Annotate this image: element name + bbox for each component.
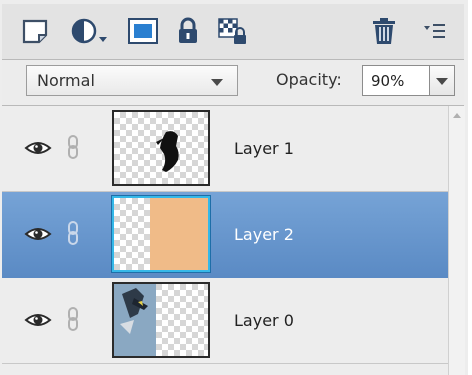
- opacity-input[interactable]: 90%: [362, 65, 430, 96]
- eye-icon[interactable]: [24, 226, 52, 242]
- opacity-label: Opacity:: [276, 70, 342, 89]
- opacity-value: 90%: [371, 72, 405, 90]
- layer-options-row: Normal Opacity: 90%: [2, 60, 464, 106]
- layer-name[interactable]: Layer 1: [234, 139, 294, 158]
- link-chain-icon[interactable]: [66, 306, 80, 332]
- color-fill-region: [150, 198, 208, 270]
- layer-thumbnail[interactable]: [112, 196, 210, 272]
- layer-row-layer-1[interactable]: Layer 1: [2, 106, 448, 192]
- new-layer-icon[interactable]: [20, 16, 50, 46]
- silhouette-image: [156, 131, 179, 172]
- chevron-down-icon: [211, 79, 223, 86]
- lock-transparency-icon[interactable]: [216, 16, 250, 46]
- panel-menu-icon[interactable]: [422, 16, 448, 46]
- layer-thumbnail[interactable]: [112, 282, 210, 358]
- delete-layer-icon[interactable]: [370, 16, 398, 46]
- layer-name[interactable]: Layer 2: [234, 225, 294, 244]
- layers-panel: Normal Opacity: 90% Layer 1 Layer 2 Laye…: [0, 0, 472, 375]
- layer-mask-icon[interactable]: [126, 16, 160, 46]
- blend-mode-select[interactable]: Normal: [26, 65, 238, 96]
- layer-row-layer-0[interactable]: Layer 0: [2, 278, 448, 364]
- adjustment-layer-icon[interactable]: [70, 16, 110, 46]
- row-divider: [2, 363, 448, 364]
- layer-thumbnail[interactable]: [112, 110, 210, 186]
- layer-row-layer-2[interactable]: Layer 2: [2, 192, 448, 278]
- link-chain-icon[interactable]: [66, 134, 80, 160]
- layer-name[interactable]: Layer 0: [234, 311, 294, 330]
- layers-toolbar: [2, 4, 464, 60]
- lock-all-icon[interactable]: [174, 16, 202, 46]
- link-chain-icon[interactable]: [66, 220, 80, 246]
- vertical-scrollbar[interactable]: [448, 106, 465, 375]
- scroll-up-icon[interactable]: [453, 113, 461, 118]
- eye-icon[interactable]: [24, 312, 52, 328]
- opacity-dropdown-button[interactable]: [429, 65, 455, 96]
- chevron-down-icon: [436, 78, 448, 85]
- layer-list: Layer 1 Layer 2 Layer 0: [2, 106, 448, 375]
- eye-icon[interactable]: [24, 140, 52, 156]
- photo-image: [114, 284, 156, 356]
- blend-mode-value: Normal: [37, 71, 95, 90]
